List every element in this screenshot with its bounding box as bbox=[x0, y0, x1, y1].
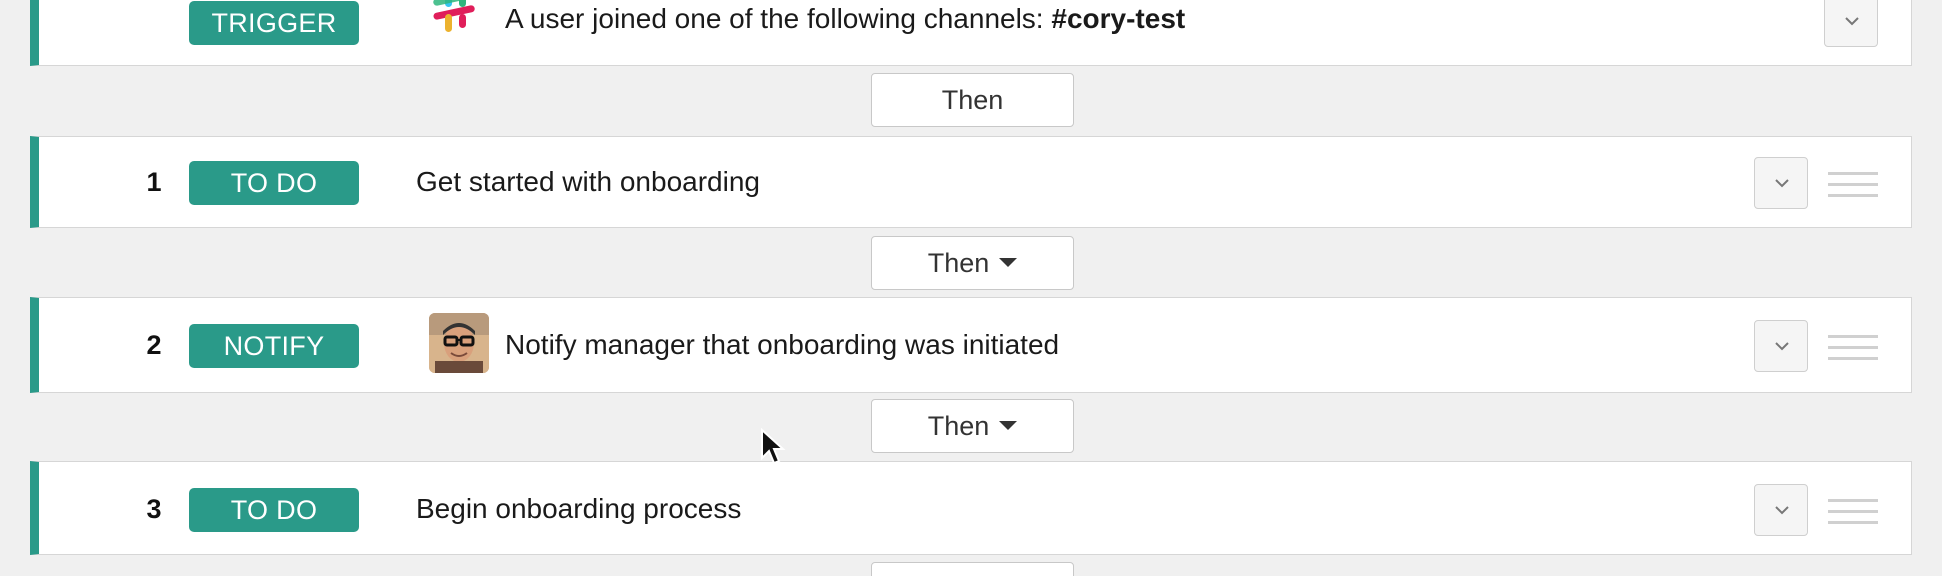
workflow-canvas: TRIGGER A user joined one of the followi… bbox=[0, 0, 1942, 576]
then-label: Then bbox=[941, 85, 1004, 115]
trigger-description: A user joined one of the following chann… bbox=[505, 3, 1185, 35]
step-number: 1 bbox=[146, 167, 162, 197]
expand-button[interactable] bbox=[1754, 157, 1808, 209]
then-dropdown-button[interactable]: Then bbox=[871, 399, 1074, 453]
expand-button[interactable] bbox=[1754, 320, 1808, 372]
step-row-3[interactable]: 3 TO DO Begin onboarding process bbox=[30, 461, 1912, 555]
mouse-cursor-icon bbox=[761, 428, 786, 465]
chevron-down-icon bbox=[1775, 342, 1789, 351]
step-number: 2 bbox=[146, 330, 162, 360]
chevron-down-icon bbox=[1845, 17, 1859, 26]
caret-down-icon bbox=[999, 421, 1018, 431]
todo-badge: TO DO bbox=[189, 161, 359, 205]
drag-handle-icon[interactable] bbox=[1828, 335, 1878, 365]
drag-handle-icon[interactable] bbox=[1828, 499, 1878, 529]
notify-badge: NOTIFY bbox=[189, 324, 359, 368]
slack-icon bbox=[433, 0, 475, 32]
trigger-row[interactable]: TRIGGER A user joined one of the followi… bbox=[30, 0, 1912, 66]
user-avatar bbox=[429, 313, 489, 373]
step-description: Get started with onboarding bbox=[416, 166, 760, 197]
then-label: Then bbox=[927, 248, 990, 278]
todo-badge: TO DO bbox=[189, 488, 359, 532]
channel-name: #cory-test bbox=[1051, 3, 1186, 34]
chevron-down-icon bbox=[1775, 179, 1789, 188]
step-row-2[interactable]: 2 NOTIFY Notify manager that onboarding … bbox=[30, 297, 1912, 393]
step-row-1[interactable]: 1 TO DO Get started with onboarding bbox=[30, 136, 1912, 228]
caret-down-icon bbox=[999, 258, 1018, 268]
then-dropdown-button[interactable]: Then bbox=[871, 236, 1074, 290]
step-number: 3 bbox=[146, 494, 162, 524]
drag-handle-icon[interactable] bbox=[1828, 172, 1878, 202]
trigger-badge: TRIGGER bbox=[189, 1, 359, 45]
trigger-text: A user joined one of the following chann… bbox=[505, 3, 1052, 34]
then-button[interactable]: Then bbox=[871, 73, 1074, 127]
step-description: Begin onboarding process bbox=[416, 493, 742, 524]
expand-button[interactable] bbox=[1824, 0, 1878, 47]
step-description: Notify manager that onboarding was initi… bbox=[505, 329, 1060, 360]
then-button-partial[interactable] bbox=[871, 562, 1074, 576]
chevron-down-icon bbox=[1775, 506, 1789, 515]
then-label: Then bbox=[927, 411, 990, 441]
expand-button[interactable] bbox=[1754, 484, 1808, 536]
